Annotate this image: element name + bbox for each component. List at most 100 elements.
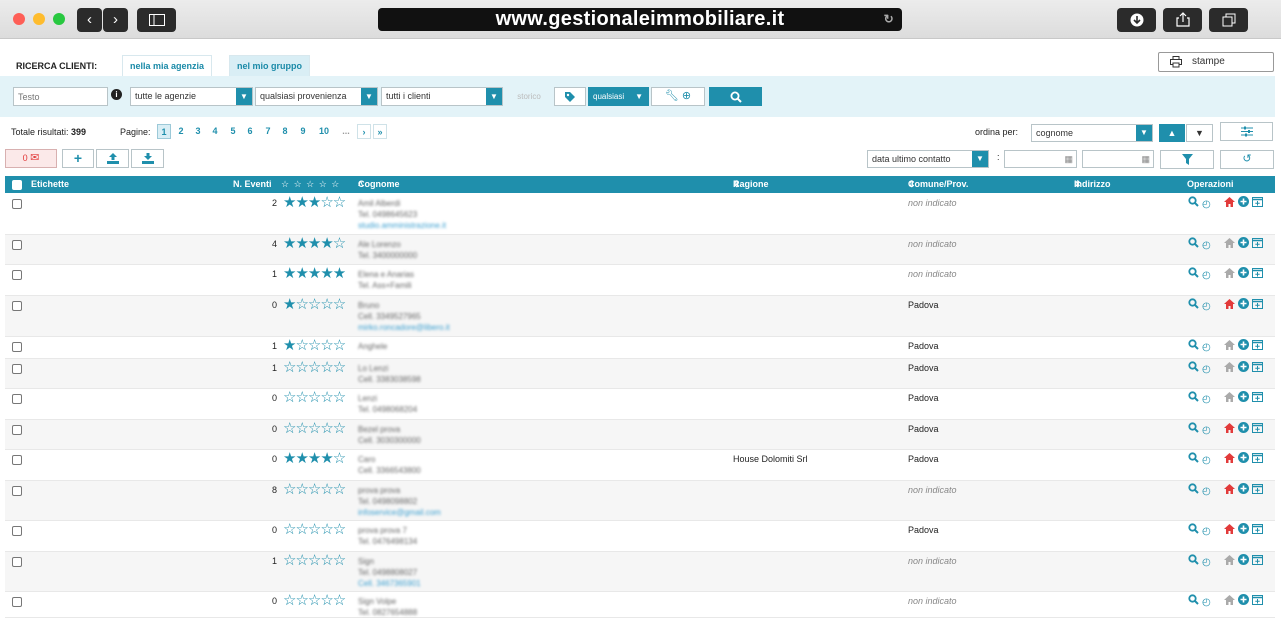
contact-info[interactable]: Sign Volpe Tel. 0827654888 [358,596,417,618]
reload-icon[interactable]: ↻ [884,8,894,31]
clients-select[interactable]: tutti i clienti ▼ [381,87,503,106]
search-icon[interactable] [1188,483,1199,497]
history-toggle[interactable]: storico [508,87,550,106]
page-link[interactable]: 4 [208,124,222,139]
rating-stars-icon[interactable]: ★★★★☆ [283,236,346,251]
download-icon[interactable] [1117,8,1156,32]
home-icon[interactable] [1223,484,1235,497]
table-row[interactable]: 1 ☆☆☆☆☆ Sign Tel. 0498808027 Cell. 346736590… [5,552,1275,592]
calendar-add-icon[interactable] [1251,298,1263,312]
home-icon[interactable] [1223,238,1235,251]
row-checkbox[interactable] [12,342,22,352]
home-icon[interactable] [1223,340,1235,353]
history-icon[interactable]: ◴ [1202,557,1211,568]
table-row[interactable]: 0 ☆☆☆☆☆ Sign Volpe Tel. 0827654888 non indic… [5,592,1275,618]
address-bar[interactable]: www.gestionaleimmobiliare.it ↻ [378,8,902,31]
rating-stars-icon[interactable]: ☆☆☆☆☆ [283,522,346,537]
add-circle-icon[interactable] [1237,267,1249,281]
reset-button[interactable]: ↺ [1220,150,1274,169]
calendar-icon[interactable]: ▦ [1141,151,1150,168]
forward-icon[interactable]: › [103,8,128,32]
row-checkbox[interactable] [12,199,22,209]
calendar-add-icon[interactable] [1251,483,1263,497]
home-icon[interactable] [1223,268,1235,281]
col-events[interactable]: N. Eventi [233,176,272,193]
close-window-icon[interactable] [13,13,25,25]
contact-info[interactable]: Lenzi Tel. 0498068204 [358,393,417,415]
calendar-add-icon[interactable] [1251,594,1263,608]
tab-my-group[interactable]: nel mio gruppo [229,55,310,76]
add-circle-icon[interactable] [1237,594,1249,608]
last-page-icon[interactable]: » [373,124,387,139]
table-row[interactable]: 1 ☆☆☆☆☆ Lo Lenzi Cell. 3383038598 Padova ◴ [5,359,1275,389]
search-icon[interactable] [1188,523,1199,537]
home-icon[interactable] [1223,453,1235,466]
page-link[interactable]: 1 [157,124,171,139]
row-checkbox[interactable] [12,394,22,404]
history-icon[interactable]: ◴ [1202,240,1211,251]
row-checkbox[interactable] [12,240,22,250]
date-filter-select[interactable]: data ultimo contatto ▼ [867,150,989,168]
rating-stars-icon[interactable]: ☆☆☆☆☆ [283,553,346,568]
row-checkbox[interactable] [12,526,22,536]
agency-select[interactable]: tutte le agenzie ▼ [130,87,253,106]
calendar-add-icon[interactable] [1251,523,1263,537]
page-link[interactable]: 8 [278,124,292,139]
tag-button[interactable] [554,87,586,106]
search-icon[interactable] [1188,594,1199,608]
calendar-add-icon[interactable] [1251,196,1263,210]
search-button[interactable] [709,87,762,106]
history-icon[interactable]: ◴ [1202,486,1211,497]
home-icon[interactable] [1223,299,1235,312]
table-row[interactable]: 0 ★☆☆☆☆ Bruno Cell. 3349527965 mirko.roncado… [5,296,1275,337]
rating-stars-icon[interactable]: ☆☆☆☆☆ [283,421,346,436]
add-circle-icon[interactable] [1237,237,1249,251]
search-icon[interactable] [1188,361,1199,375]
search-icon[interactable] [1188,298,1199,312]
add-circle-icon[interactable] [1237,298,1249,312]
row-checkbox[interactable] [12,301,22,311]
row-checkbox[interactable] [12,364,22,374]
calendar-add-icon[interactable] [1251,361,1263,375]
history-icon[interactable]: ◴ [1202,342,1211,353]
add-circle-icon[interactable] [1237,339,1249,353]
page-link[interactable]: 2 [174,124,188,139]
row-checkbox[interactable] [12,486,22,496]
history-icon[interactable]: ◴ [1202,270,1211,281]
search-icon[interactable] [1188,267,1199,281]
calendar-icon[interactable]: ▦ [1064,151,1073,168]
add-circle-icon[interactable] [1237,452,1249,466]
table-row[interactable]: 1 ★★★★★ Elena e Anarias Tel. Ass+Famili non … [5,265,1275,296]
add-circle-icon[interactable] [1237,483,1249,497]
search-icon[interactable] [1188,196,1199,210]
search-icon[interactable] [1188,422,1199,436]
rating-stars-icon[interactable]: ☆☆☆☆☆ [283,360,346,375]
row-checkbox[interactable] [12,455,22,465]
history-icon[interactable]: ◴ [1202,301,1211,312]
table-row[interactable]: 0 ☆☆☆☆☆ prova prova 7 Tel. 0476498134 Padova… [5,521,1275,552]
download-button[interactable] [131,149,164,168]
add-circle-icon[interactable] [1237,361,1249,375]
text-search-input[interactable] [13,87,108,106]
print-button[interactable]: stampe [1158,52,1274,72]
maximize-window-icon[interactable] [53,13,65,25]
history-icon[interactable]: ◴ [1202,597,1211,608]
home-icon[interactable] [1223,197,1235,210]
home-icon[interactable] [1223,595,1235,608]
home-icon[interactable] [1223,362,1235,375]
page-link[interactable]: 3 [191,124,205,139]
back-icon[interactable]: ‹ [77,8,102,32]
rating-stars-icon[interactable]: ★☆☆☆☆ [283,338,346,353]
calendar-add-icon[interactable] [1251,422,1263,436]
table-row[interactable]: 2 ★★★☆☆ Amil Alberdi Tel. 0498645623 studio.… [5,194,1275,235]
upload-button[interactable] [96,149,129,168]
add-circle-icon[interactable] [1237,196,1249,210]
history-icon[interactable]: ◴ [1202,455,1211,466]
search-icon[interactable] [1188,452,1199,466]
contact-info[interactable]: Elena e Anarias Tel. Ass+Famili [358,269,414,291]
add-circle-icon[interactable] [1237,422,1249,436]
add-circle-icon[interactable] [1237,391,1249,405]
contact-info[interactable]: Lo Lenzi Cell. 3383038598 [358,363,421,385]
rating-stars-icon[interactable]: ☆☆☆☆☆ [283,482,346,497]
tab-my-agency[interactable]: nella mia agenzia [122,55,213,76]
